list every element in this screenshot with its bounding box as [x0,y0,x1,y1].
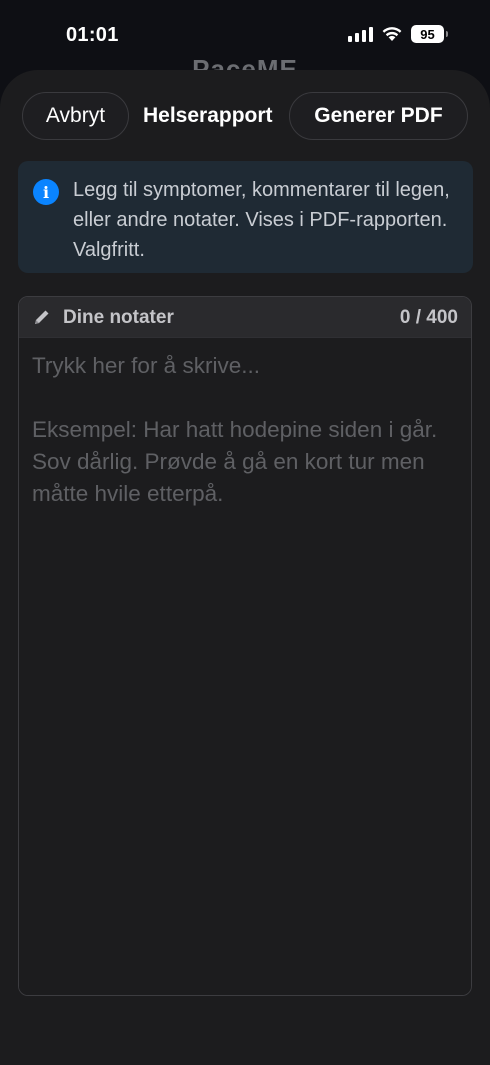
info-text: Legg til symptomer, kommentarer til lege… [73,179,450,261]
notes-header: Dine notater 0 / 400 [19,297,471,338]
pencil-icon [35,310,49,324]
screen: 01:01 95 PaceME Avbryt Helserapport Gene… [0,0,490,1065]
health-report-sheet: Avbryt Helserapport Generer PDF i Legg t… [0,70,490,1065]
info-banner: i Legg til symptomer, kommentarer til le… [18,161,473,273]
battery-level: 95 [420,26,435,42]
battery-icon: 95 [411,25,448,43]
status-icons: 95 [348,25,448,43]
sheet-title: Helserapport [143,104,273,127]
info-icon: i [33,179,59,205]
sheet-header: Avbryt Helserapport Generer PDF [22,92,468,140]
cancel-button[interactable]: Avbryt [22,92,129,140]
notes-card: Dine notater 0 / 400 [18,296,472,996]
generate-pdf-button[interactable]: Generer PDF [289,92,468,140]
wifi-icon [382,27,402,41]
character-counter: 0 / 400 [399,307,458,328]
notes-textarea[interactable] [19,338,471,995]
status-time: 01:01 [66,24,119,46]
notes-label: Dine notater [63,307,174,328]
cellular-signal-icon [348,26,373,42]
